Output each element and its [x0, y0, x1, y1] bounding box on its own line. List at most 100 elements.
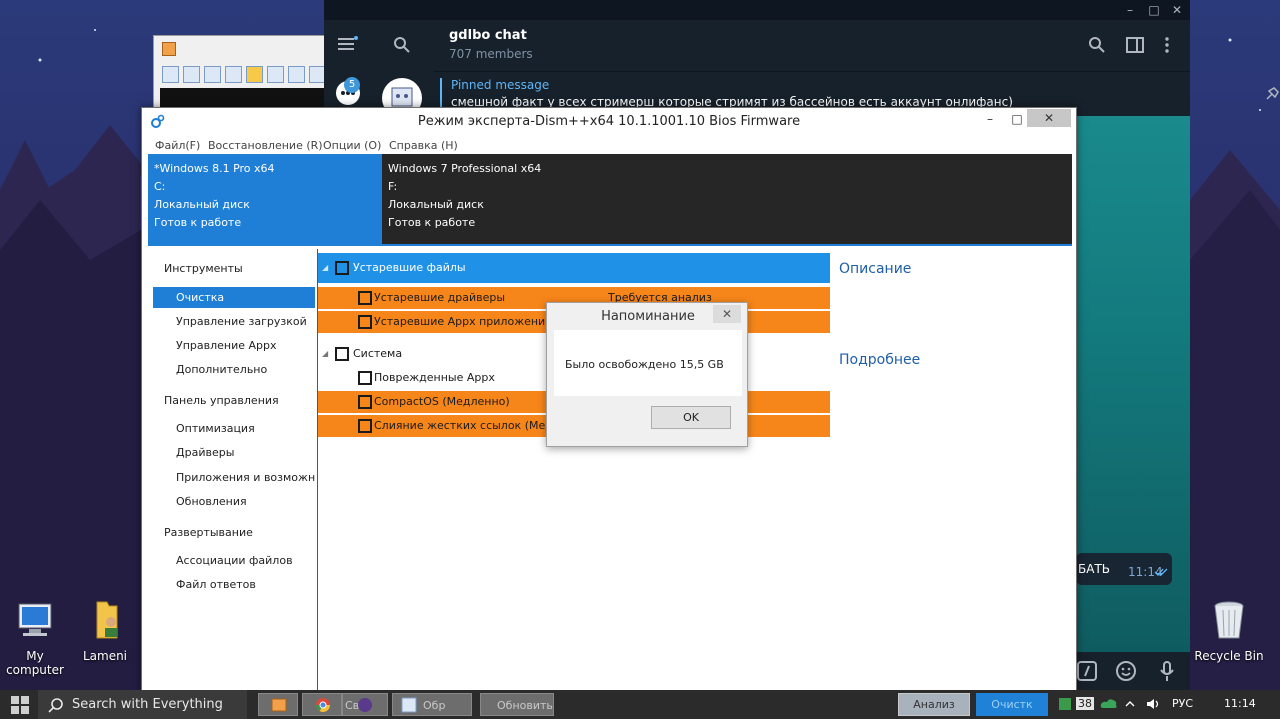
app-icon	[401, 697, 417, 713]
chat-title[interactable]: gdlbo chat	[449, 28, 527, 43]
reminder-dialog[interactable]: Напоминание ✕ Было освобождено 15,5 GB O…	[546, 302, 748, 447]
drive-panel: *Windows 8.1 Pro x64 C: Локальный диск Г…	[148, 154, 1072, 246]
nav-item-file-assoc[interactable]: Ассоциации файлов	[153, 550, 315, 571]
nav-item-appx[interactable]: Управление Appx	[153, 335, 315, 356]
checkbox[interactable]	[358, 419, 372, 433]
nav-item-answer-file[interactable]: Файл ответов	[153, 574, 315, 595]
search-icon[interactable]	[393, 36, 411, 54]
background-window[interactable]	[153, 35, 333, 115]
analyze-button[interactable]: Анализ	[898, 693, 970, 716]
desktop-icon-label: Lameni	[82, 649, 128, 663]
taskbar-app-2[interactable]: Обр	[392, 693, 472, 716]
description-heading: Описание	[839, 261, 912, 277]
drive-card-selected[interactable]: *Windows 8.1 Pro x64 C: Локальный диск Г…	[148, 154, 382, 246]
item-label: Устаревшие Appx приложения	[374, 315, 552, 328]
emoji-icon[interactable]	[1115, 660, 1137, 682]
user-folder-icon	[96, 601, 118, 639]
desktop-icon-my-computer[interactable]: My computer	[0, 598, 70, 677]
sidebar-toggle-icon[interactable]	[1126, 36, 1144, 54]
menu-options[interactable]: Опции (O)	[323, 139, 381, 152]
desktop-icon-label: My	[26, 649, 44, 663]
checkbox[interactable]	[335, 347, 349, 361]
nav-section-deploy: Развертывание	[164, 526, 253, 539]
desktop-icon-recycle-bin[interactable]: Recycle Bin	[1194, 598, 1264, 663]
app-icon	[271, 698, 287, 712]
cloud-icon[interactable]	[1100, 697, 1118, 711]
pinned-list-icon[interactable]	[1264, 85, 1280, 103]
nav-item-extra[interactable]: Дополнительно	[153, 359, 315, 380]
nav-item-boot[interactable]: Управление загрузкой	[153, 311, 315, 332]
taskbar-app-3[interactable]: Обновить	[480, 693, 554, 716]
item-label: Поврежденные Appx	[374, 371, 495, 384]
message-bubble[interactable]: БАТЬ 11:14	[1076, 553, 1172, 585]
toolbar-icon[interactable]	[246, 66, 263, 83]
close-button[interactable]: ✕	[1027, 109, 1071, 127]
group-label: Устаревшие файлы	[353, 261, 466, 274]
language-indicator[interactable]: РУС	[1172, 697, 1193, 710]
volume-icon[interactable]	[1146, 697, 1162, 711]
menu-restore[interactable]: Восстановление (R)	[208, 139, 323, 152]
collapse-triangle-icon[interactable]: ◢	[322, 263, 328, 272]
taskbar-app-explorer[interactable]	[258, 693, 298, 716]
tray-app-icon[interactable]	[1058, 697, 1072, 711]
telegram-titlebar: – □ ✕	[324, 0, 1190, 20]
close-button[interactable]: ✕	[713, 305, 741, 323]
checkbox[interactable]	[335, 261, 349, 275]
checkbox[interactable]	[358, 315, 372, 329]
microphone-icon[interactable]	[1156, 660, 1178, 682]
drive-letter: F:	[388, 180, 398, 193]
pinned-label: Pinned message	[451, 78, 550, 92]
toolbar-icon[interactable]	[288, 66, 305, 83]
tray-badge: 38	[1076, 697, 1094, 710]
hamburger-menu-icon[interactable]	[338, 36, 358, 52]
desktop-icon-label: computer	[6, 663, 64, 677]
dialog-body: Было освобождено 15,5 GB	[554, 330, 742, 396]
nav-item-drivers[interactable]: Драйверы	[153, 442, 315, 463]
toolbar-icon[interactable]	[183, 66, 200, 83]
item-label: Устаревшие драйверы	[374, 291, 506, 304]
drive-os: *Windows 8.1 Pro x64	[154, 162, 275, 175]
search-input[interactable]: Search with Everything	[38, 690, 247, 719]
checkbox[interactable]	[358, 291, 372, 305]
ok-button[interactable]: OK	[651, 406, 731, 429]
taskbar: Search with Everything Свя Обр Обновить …	[0, 690, 1280, 719]
app-icon	[162, 42, 176, 56]
nav-item-updates[interactable]: Обновления	[153, 491, 315, 512]
search-icon[interactable]	[1088, 36, 1106, 54]
maximize-button[interactable]: □	[1144, 2, 1164, 18]
taskbar-app-label: Обр	[423, 699, 446, 712]
maximize-button[interactable]: □	[1007, 110, 1027, 128]
chevron-up-icon[interactable]	[1124, 698, 1136, 710]
close-button[interactable]: ✕	[1167, 2, 1187, 18]
menu-help[interactable]: Справка (H)	[389, 139, 458, 152]
checkbox[interactable]	[358, 395, 372, 409]
menu-file[interactable]: Файл(F)	[155, 139, 200, 152]
nav-item-apps[interactable]: Приложения и возможности	[153, 467, 315, 488]
recycle-bin-icon	[1214, 601, 1244, 639]
toolbar-icon[interactable]	[162, 66, 179, 83]
nav-item-optimize[interactable]: Оптимизация	[153, 418, 315, 439]
search-icon	[48, 698, 63, 713]
clock[interactable]: 11:14	[1224, 697, 1256, 710]
desktop-icon-lameni[interactable]: Lameni	[70, 598, 140, 663]
collapse-triangle-icon[interactable]: ◢	[322, 349, 328, 358]
commands-icon[interactable]	[1076, 660, 1098, 682]
nav-section-tools: Инструменты	[164, 262, 243, 275]
window-title: Режим эксперта-Dism++x64 10.1.1001.10 Bi…	[417, 114, 801, 129]
drive-card[interactable]: Windows 7 Professional x64 F: Локальный …	[382, 154, 1072, 246]
chat-member-count: 707 members	[449, 47, 533, 61]
minimize-button[interactable]: –	[1120, 2, 1140, 18]
clean-button[interactable]: Очистк	[976, 693, 1048, 716]
checkbox[interactable]	[358, 371, 372, 385]
drive-status: Готов к работе	[154, 216, 242, 229]
toolbar-icon[interactable]	[267, 66, 284, 83]
minimize-button[interactable]: –	[980, 110, 1000, 128]
nav-item-cleanup[interactable]: Очистка	[153, 287, 315, 308]
group-outdated-files[interactable]: ◢ Устаревшие файлы	[318, 253, 830, 283]
start-icon[interactable]	[10, 695, 30, 715]
taskbar-app-chrome[interactable]	[302, 693, 342, 716]
toolbar-icon[interactable]	[204, 66, 221, 83]
more-options-icon[interactable]	[1164, 36, 1170, 54]
toolbar-icon[interactable]	[225, 66, 242, 83]
taskbar-app-1[interactable]: Свя	[342, 693, 388, 716]
